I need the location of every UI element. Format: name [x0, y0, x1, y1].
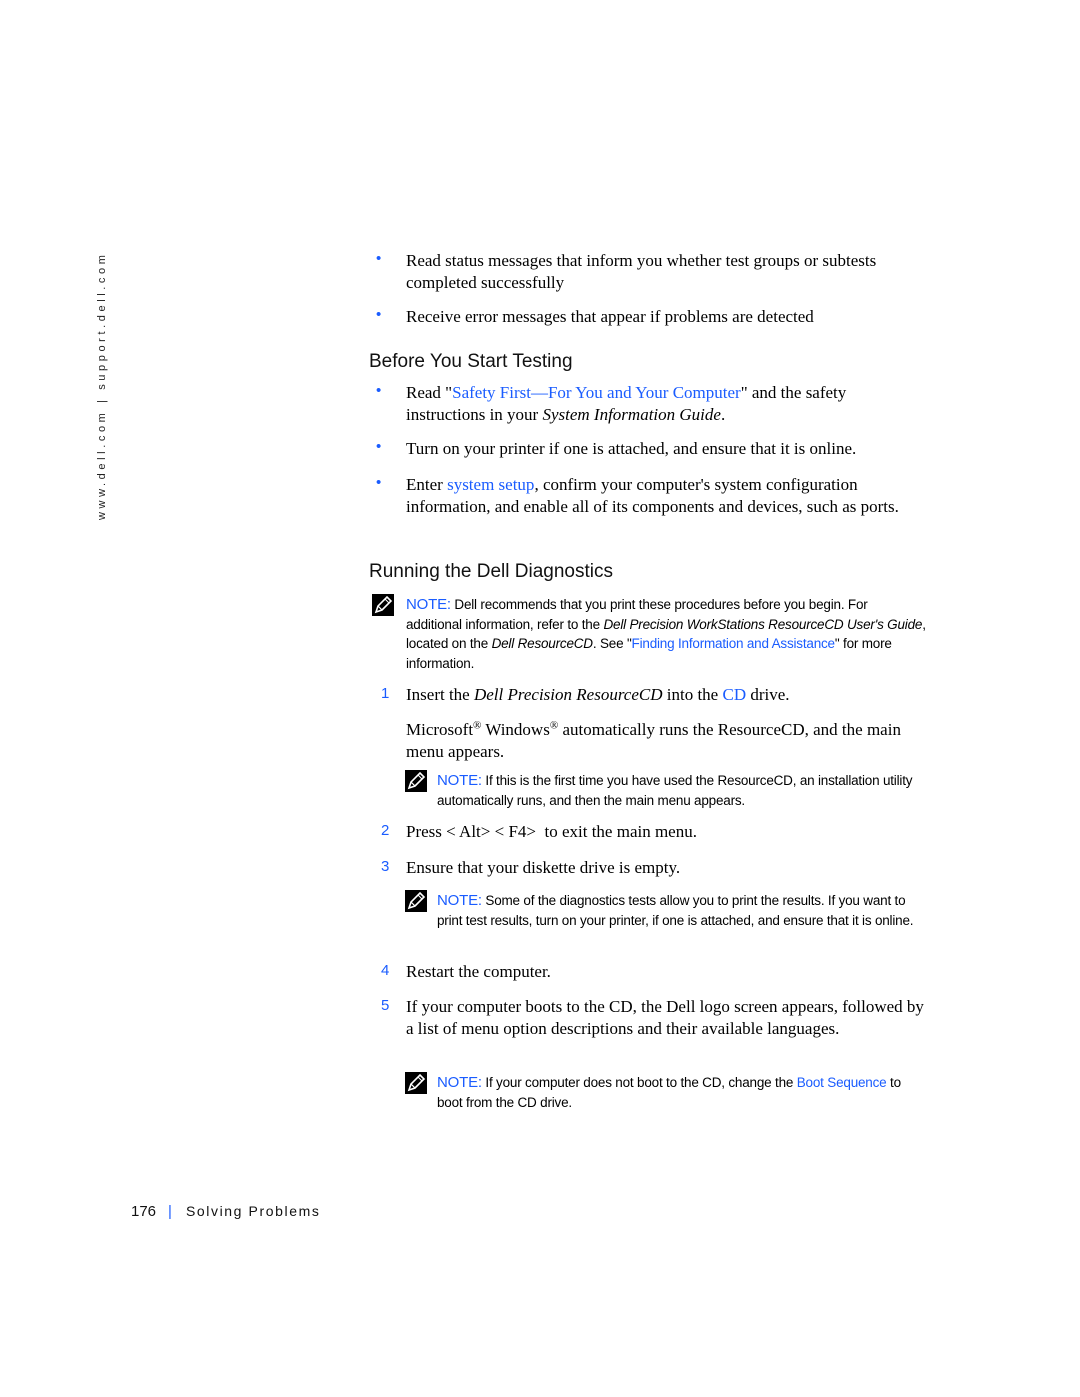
pencil-note-icon [372, 594, 394, 616]
step-number: 2 [381, 822, 390, 839]
text: into the [662, 685, 723, 704]
bullet-dot-icon: • [376, 382, 382, 399]
safety-first-link[interactable]: Safety First—For You and Your Computer [452, 383, 741, 402]
text: If this is the first time you have used … [437, 773, 913, 808]
note-print-procedures: NOTE: Dell recommends that you print the… [406, 595, 926, 673]
section-heading-before-testing: Before You Start Testing [369, 351, 573, 372]
note-label: NOTE: [406, 596, 451, 613]
bullet-dot-icon: • [376, 474, 382, 491]
text: Windows [481, 720, 550, 739]
text: Insert the [406, 685, 474, 704]
registered-mark: ® [549, 719, 559, 732]
boot-sequence-link[interactable]: Boot Sequence [797, 1075, 887, 1090]
note-label: NOTE: [437, 892, 482, 909]
bullet-text: Receive error messages that appear if pr… [406, 307, 814, 326]
step-text: Press < Alt> < F4> to exit the main menu… [406, 822, 697, 841]
page-footer: 176 | Solving Problems [131, 1203, 320, 1220]
text: . [720, 404, 726, 424]
step-text: Ensure that your diskette drive is empty… [406, 858, 681, 877]
step-number: 5 [381, 997, 390, 1014]
pencil-note-icon [405, 1072, 427, 1094]
text: drive. [746, 685, 790, 704]
page-number: 176 [131, 1203, 157, 1220]
step-number: 3 [381, 858, 390, 875]
text: Enter [406, 475, 448, 494]
cd-title: Dell Precision ResourceCD [473, 685, 663, 704]
note-label: NOTE: [437, 1074, 482, 1091]
step-text: If your computer boots to the CD, the De… [406, 997, 924, 1038]
pencil-note-icon [405, 890, 427, 912]
guide-title: System Information Guide [542, 404, 721, 424]
footer-separator: | [168, 1203, 172, 1220]
system-setup-link[interactable]: system setup [447, 475, 534, 494]
step-text: Restart the computer. [406, 962, 551, 981]
text: Some of the diagnostics tests allow you … [437, 893, 914, 928]
cd-link[interactable]: CD [722, 685, 746, 704]
bullet-text: Read status messages that inform you whe… [406, 251, 877, 292]
section-heading-running-diagnostics: Running the Dell Diagnostics [369, 561, 613, 582]
step-number: 1 [381, 685, 390, 702]
note-label: NOTE: [437, 772, 482, 789]
section-name: Solving Problems [185, 1203, 321, 1219]
step-number: 4 [381, 962, 390, 979]
text: Read " [406, 383, 453, 402]
step-text: Insert the Dell Precision ResourceCD int… [406, 684, 926, 706]
pencil-note-icon [405, 770, 427, 792]
cd-title: Dell ResourceCD [491, 636, 593, 651]
note-boot-sequence: NOTE: If your computer does not boot to … [437, 1073, 907, 1112]
guide-title: Dell Precision WorkStations ResourceCD U… [603, 616, 923, 632]
note-print-results: NOTE: Some of the diagnostics tests allo… [437, 891, 927, 930]
bullet-text: Read "Safety First—For You and Your Comp… [406, 382, 926, 425]
text: Microsoft [406, 720, 474, 739]
bullet-text: Enter system setup, confirm your compute… [406, 474, 926, 517]
text: . See " [592, 636, 632, 651]
bullet-dot-icon: • [376, 306, 382, 323]
step-text: Microsoft® Windows® automatically runs t… [406, 719, 926, 762]
bullet-dot-icon: • [376, 250, 382, 267]
sidebar-url-text: www.dell.com | support.dell.com [96, 251, 108, 520]
bullet-dot-icon: • [376, 438, 382, 455]
text: If your computer does not boot to the CD… [481, 1075, 797, 1090]
bullet-text: Turn on your printer if one is attached,… [406, 439, 857, 458]
finding-information-link[interactable]: Finding Information and Assistance [632, 636, 836, 651]
note-first-time: NOTE: If this is the first time you have… [437, 771, 927, 810]
